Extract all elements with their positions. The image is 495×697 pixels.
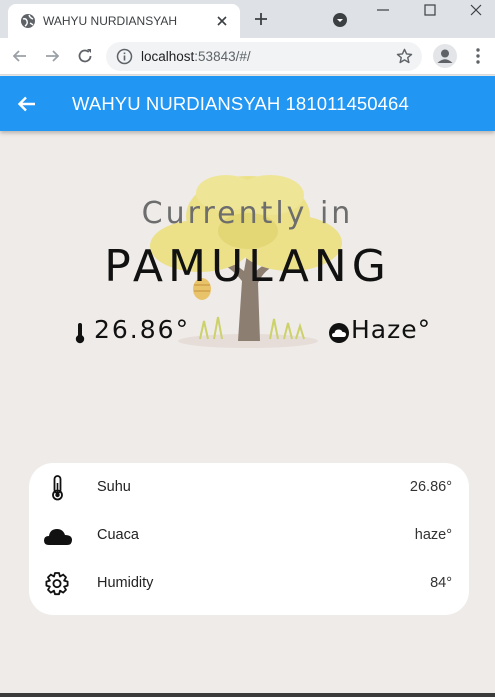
page-title: WAHYU NURDIANSYAH 181011450464 [72,93,409,114]
thermometer-icon [75,323,85,344]
bottom-border [0,693,495,697]
tab-title: WAHYU NURDIANSYAH [43,14,178,28]
tab-search-icon[interactable] [332,12,348,28]
weather-details-card: Suhu 26.86° Cuaca haze° Humidity 84° [29,463,469,615]
thermometer-icon [52,475,63,501]
city-name: PAMULANG [104,241,391,292]
cloud-icon [329,323,349,343]
cuaca-label: Cuaca [97,527,139,543]
info-icon[interactable] [116,48,133,65]
list-item-humidity: Humidity 84° [29,563,469,603]
cuaca-value: haze° [414,527,452,543]
maximize-icon[interactable] [423,3,437,17]
back-arrow-icon[interactable] [16,93,38,115]
window-close-icon[interactable] [469,3,483,17]
suhu-label: Suhu [97,479,131,495]
browser-tab[interactable]: WAHYU NURDIANSYAH [8,4,240,38]
profile-avatar-icon[interactable] [433,44,457,68]
browser-tabstrip: WAHYU NURDIANSYAH [0,0,495,38]
reload-icon[interactable] [75,46,95,66]
forward-arrow-icon[interactable] [42,46,62,66]
list-item-cuaca: Cuaca haze° [29,515,469,555]
cloud-icon [44,529,72,545]
gear-icon [45,572,69,596]
weather-hero: Currently in PAMULANG 26.86° Haze° [0,131,495,431]
suhu-value: 26.86° [409,479,452,495]
currently-in-label: Currently in [141,196,354,231]
bookmark-star-icon[interactable] [395,47,414,66]
condition-text: Haze° [351,315,432,344]
browser-toolbar: localhost:53843/#/ [0,38,495,75]
globe-icon [21,14,35,28]
back-arrow-icon[interactable] [10,46,30,66]
temperature-text: 26.86° [94,315,191,344]
humidity-value: 84° [430,575,452,591]
minimize-icon[interactable] [375,3,391,17]
url-text: localhost:53843/#/ [141,49,251,64]
close-tab-icon[interactable] [214,13,230,29]
list-item-suhu: Suhu 26.86° [29,467,469,507]
new-tab-icon[interactable] [253,11,269,27]
app-bar: WAHYU NURDIANSYAH 181011450464 [0,76,495,131]
more-vert-icon[interactable] [470,47,486,65]
humidity-label: Humidity [97,575,154,591]
address-bar[interactable]: localhost:53843/#/ [106,42,422,71]
